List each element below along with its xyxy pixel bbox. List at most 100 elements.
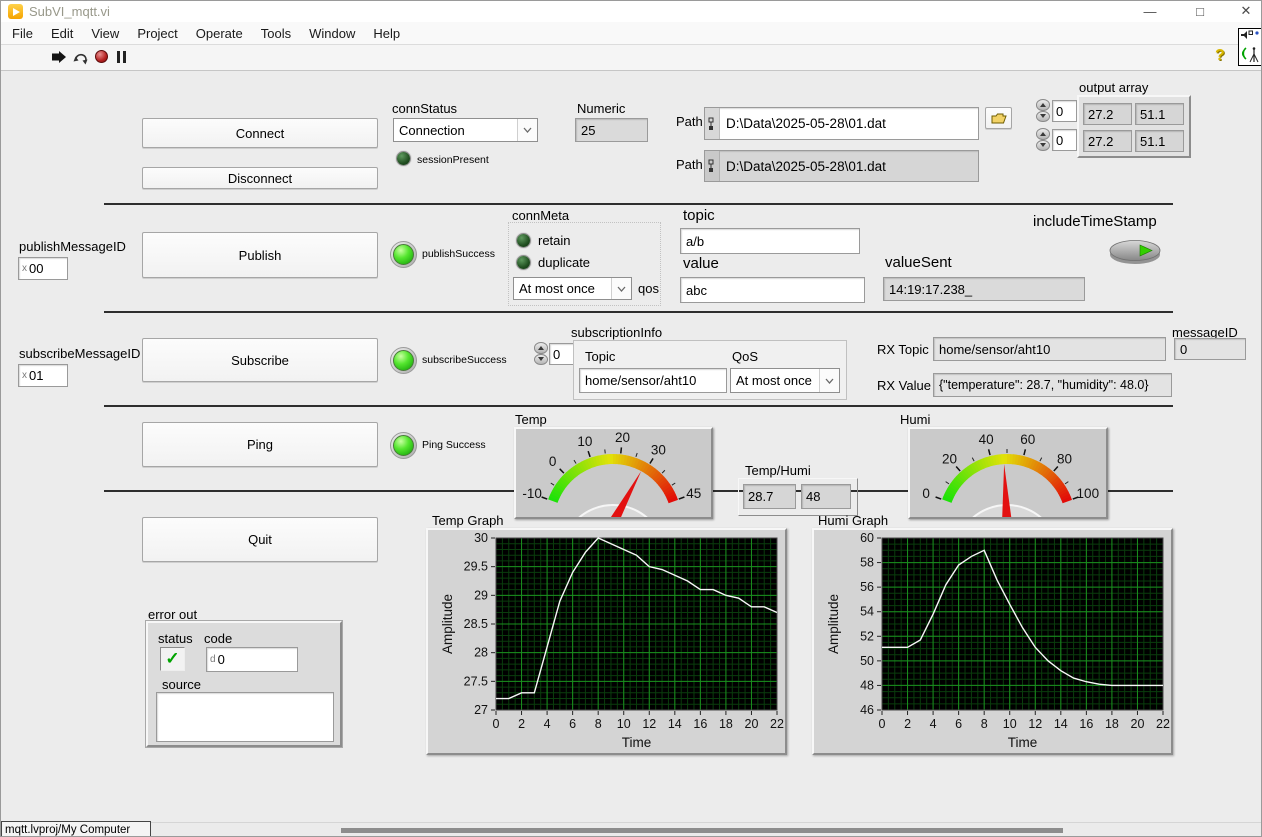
menu-item-file[interactable]: File xyxy=(3,26,42,41)
svg-text:8: 8 xyxy=(595,717,602,731)
subscription-info-label: subscriptionInfo xyxy=(571,325,662,340)
output-array-index-spinner-1[interactable] xyxy=(1036,99,1050,122)
svg-text:14: 14 xyxy=(668,717,682,731)
message-id-out-field: 0 xyxy=(1174,338,1246,360)
quit-button[interactable]: Quit xyxy=(142,517,378,562)
pause-button[interactable] xyxy=(117,51,126,63)
output-array-index-spinner-2[interactable] xyxy=(1036,128,1050,151)
output-array-index-2[interactable]: 0 xyxy=(1052,129,1077,151)
help-icon[interactable]: ? xyxy=(1215,47,1225,65)
subscribe-button[interactable]: Subscribe xyxy=(142,338,378,382)
output-array-cell: 51.1 xyxy=(1135,130,1184,152)
svg-text:52: 52 xyxy=(860,629,874,643)
menu-item-tools[interactable]: Tools xyxy=(252,26,300,41)
error-code-field: d 0 xyxy=(206,647,298,672)
pause-bar-icon xyxy=(117,51,120,63)
temp-graph: 02468101214161820222727.52828.52929.530A… xyxy=(426,528,787,755)
temp-value-field: 28.7 xyxy=(743,484,796,509)
publish-button[interactable]: Publish xyxy=(142,232,378,278)
menu-item-help[interactable]: Help xyxy=(364,26,409,41)
svg-text:27: 27 xyxy=(474,703,488,717)
subscription-index-spinner[interactable] xyxy=(534,342,548,365)
svg-text:60: 60 xyxy=(1020,432,1035,447)
publish-message-id-field[interactable]: x 00 xyxy=(18,257,68,280)
path-glyph-icon xyxy=(705,108,720,139)
humi-graph-label: Humi Graph xyxy=(818,513,888,528)
subscription-topic-field[interactable]: home/sensor/aht10 xyxy=(579,368,727,393)
browse-button[interactable] xyxy=(985,107,1012,129)
publish-success-led xyxy=(390,241,417,268)
svg-text:6: 6 xyxy=(955,717,962,731)
svg-text:22: 22 xyxy=(770,717,784,731)
retain-label: retain xyxy=(538,233,571,248)
svg-text:22: 22 xyxy=(1156,717,1170,731)
ping-button[interactable]: Ping xyxy=(142,422,378,467)
subscribe-message-id-field[interactable]: x 01 xyxy=(18,364,68,387)
divider-line xyxy=(104,405,1173,407)
include-timestamp-switch[interactable] xyxy=(1107,237,1163,272)
minimize-button[interactable]: — xyxy=(1133,2,1167,20)
maximize-button[interactable]: □ xyxy=(1183,2,1217,20)
conn-status-label: connStatus xyxy=(392,101,457,116)
subscription-qos-dropdown[interactable]: At most once xyxy=(730,368,840,393)
svg-text:45: 45 xyxy=(686,486,701,501)
svg-text:12: 12 xyxy=(642,717,656,731)
humi-value-field: 48 xyxy=(801,484,851,509)
duplicate-led xyxy=(517,256,530,269)
error-code-value: 0 xyxy=(218,652,225,667)
path2-value: D:\Data\2025-05-28\01.dat xyxy=(720,151,978,181)
run-button[interactable] xyxy=(51,50,67,69)
menu-item-view[interactable]: View xyxy=(82,26,128,41)
vi-icon xyxy=(1238,28,1262,66)
path1-field[interactable]: D:\Data\2025-05-28\01.dat xyxy=(704,107,979,140)
value-label: value xyxy=(683,255,719,272)
rx-topic-label: RX Topic xyxy=(877,342,929,357)
horizontal-scrollbar-thumb[interactable] xyxy=(341,828,1063,833)
decrement-icon[interactable] xyxy=(1036,140,1050,152)
error-source-field xyxy=(156,692,334,742)
titlebar: SubVI_mqtt.vi — □ ✕ xyxy=(1,1,1262,22)
svg-text:46: 46 xyxy=(860,703,874,717)
output-array-index-1[interactable]: 0 xyxy=(1052,100,1077,122)
path1-label: Path xyxy=(676,114,703,129)
output-array-cell: 51.1 xyxy=(1135,103,1184,125)
run-continuous-button[interactable] xyxy=(72,49,89,70)
value-field[interactable]: abc xyxy=(680,277,865,303)
topic-field[interactable]: a/b xyxy=(680,228,860,254)
value-sent-label: valueSent xyxy=(885,254,952,271)
close-button[interactable]: ✕ xyxy=(1229,2,1262,20)
svg-text:Amplitude: Amplitude xyxy=(440,594,455,654)
subscription-index-field[interactable]: 0 xyxy=(549,343,576,365)
svg-text:29: 29 xyxy=(474,588,488,602)
increment-icon[interactable] xyxy=(1036,99,1050,111)
menu-item-window[interactable]: Window xyxy=(300,26,364,41)
abort-button[interactable] xyxy=(95,50,108,63)
radix-x: x xyxy=(22,263,27,274)
disconnect-button[interactable]: Disconnect xyxy=(142,167,378,189)
execution-target-button[interactable]: mqtt.lvproj/My Computer xyxy=(1,821,151,837)
subscribe-message-id-value: 01 xyxy=(29,368,43,383)
labview-icon xyxy=(8,4,23,19)
publish-success-label: publishSuccess xyxy=(422,248,495,260)
svg-text:20: 20 xyxy=(1131,717,1145,731)
svg-text:Amplitude: Amplitude xyxy=(826,594,841,654)
connect-button[interactable]: Connect xyxy=(142,118,378,148)
divider-line xyxy=(104,311,1173,313)
increment-icon[interactable] xyxy=(534,342,548,354)
menu-item-edit[interactable]: Edit xyxy=(42,26,82,41)
connmeta-label: connMeta xyxy=(512,208,569,223)
svg-text:29.5: 29.5 xyxy=(464,560,488,574)
humi-gauge: 020406080100 xyxy=(908,427,1108,519)
qos-dropdown[interactable]: At most once xyxy=(513,277,632,300)
increment-icon[interactable] xyxy=(1036,128,1050,140)
menu-item-project[interactable]: Project xyxy=(128,26,186,41)
decrement-icon[interactable] xyxy=(1036,111,1050,123)
decrement-icon[interactable] xyxy=(534,354,548,366)
svg-text:4: 4 xyxy=(930,717,937,731)
conn-status-dropdown[interactable]: Connection xyxy=(393,118,538,142)
window-title: SubVI_mqtt.vi xyxy=(29,4,110,19)
check-icon: ✓ xyxy=(165,649,179,669)
temp-gauge-label: Temp xyxy=(515,412,547,427)
svg-text:10: 10 xyxy=(1003,717,1017,731)
menu-item-operate[interactable]: Operate xyxy=(187,26,252,41)
